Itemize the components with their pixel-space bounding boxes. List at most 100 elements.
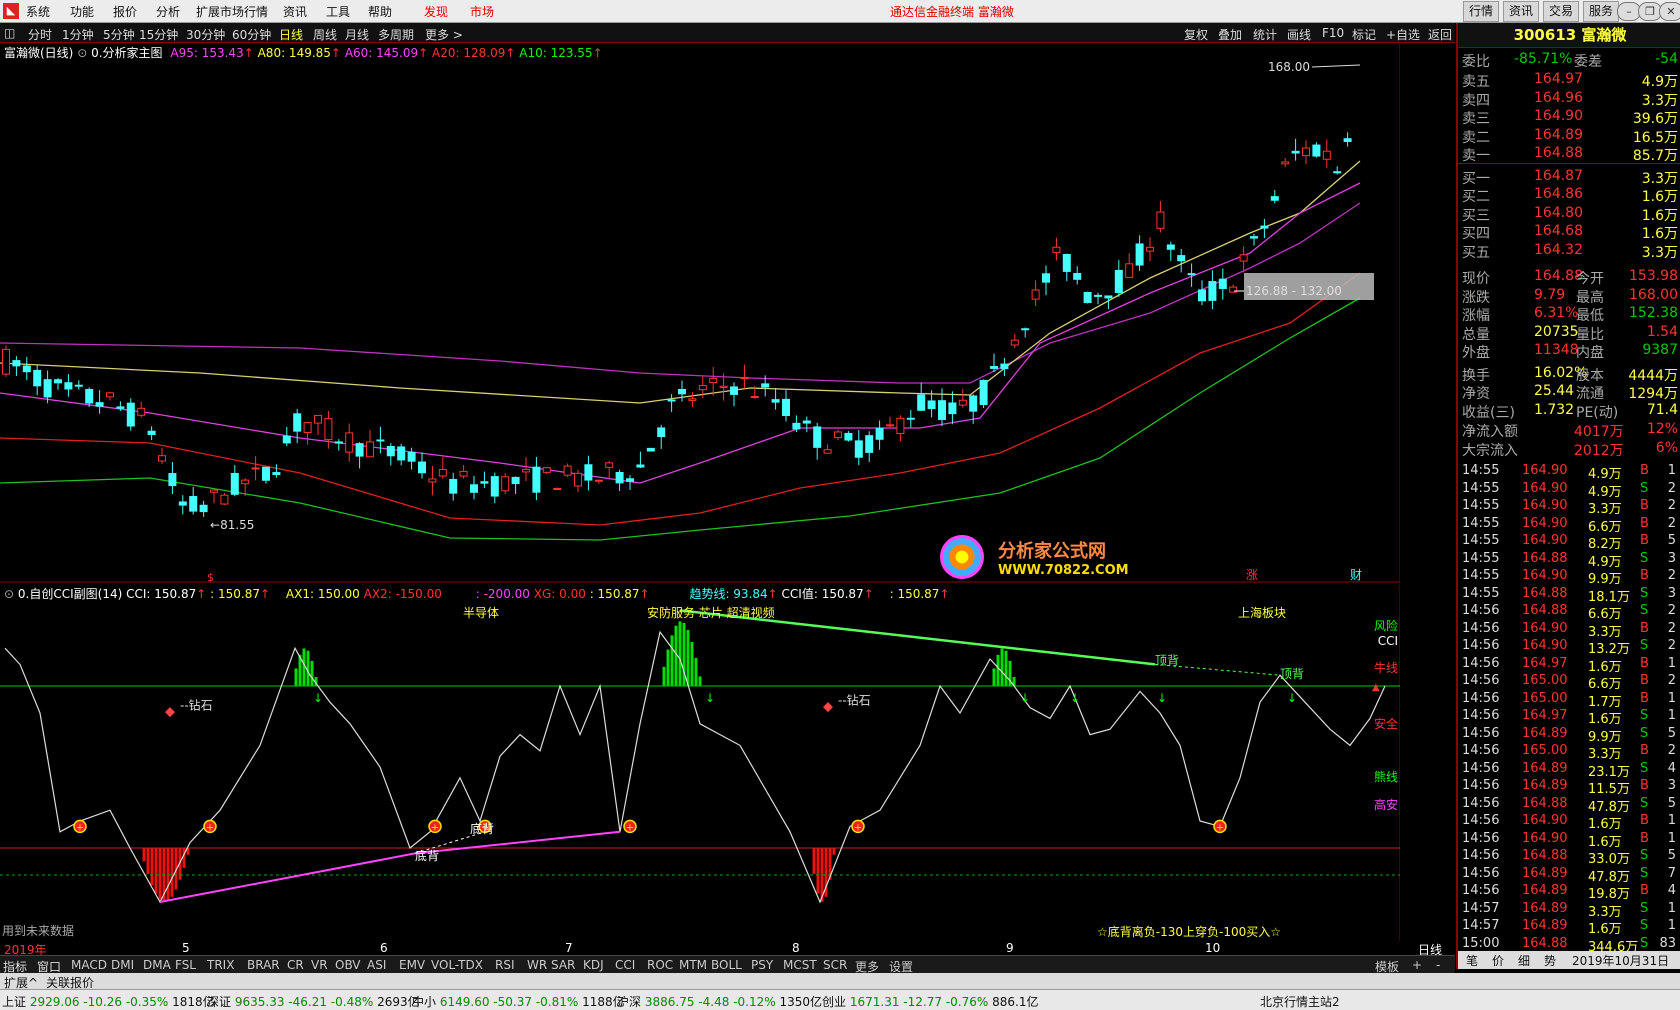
tab-trades[interactable]: 笔 [1466, 952, 1478, 969]
menu-info[interactable]: 资讯 [283, 3, 307, 20]
period-more[interactable]: 更多 > [425, 26, 463, 43]
menu-tools[interactable]: 工具 [326, 3, 350, 20]
period-60min[interactable]: 60分钟 [232, 26, 271, 43]
period-weekly[interactable]: 周线 [313, 26, 337, 43]
tool-mark[interactable]: 标记 [1352, 26, 1376, 43]
indicator-tab-cr[interactable]: CR [287, 958, 304, 972]
period-multi[interactable]: 多周期 [378, 26, 414, 43]
month-10: 10 [1205, 941, 1221, 955]
zoom-out-button[interactable]: - [1436, 958, 1440, 972]
buy-level[interactable]: 买二 164.86 1.6万 [1462, 186, 1678, 205]
candle-body [1083, 291, 1092, 303]
close-icon[interactable]: ✕ [1659, 2, 1680, 21]
tab-detail[interactable]: 细 [1518, 952, 1530, 969]
high-label: 168.00 [1268, 60, 1310, 74]
menu-analysis[interactable]: 分析 [156, 3, 180, 20]
tool-add-watch[interactable]: +自选 [1386, 26, 1420, 43]
period-1min[interactable]: 1分钟 [62, 26, 94, 43]
period-30min[interactable]: 30分钟 [186, 26, 225, 43]
main-indicator-name[interactable]: 0.分析家主图 [91, 46, 162, 60]
kline-chart[interactable]: 126.88 - 132.00 168.00 ←81.55 涨 财 $ 165.… [0, 43, 1400, 583]
tool-overlay[interactable]: 叠加 [1218, 26, 1242, 43]
range-label: 126.88 - 132.00 [1246, 284, 1342, 298]
sidebar-toggle-icon[interactable]: ◫ [4, 26, 15, 40]
sell-level[interactable]: 卖五 164.97 4.9万 [1462, 71, 1678, 90]
index-4[interactable]: 创业 1671.31 -12.77 -0.76% 886.1亿 [822, 993, 1038, 1010]
index-0[interactable]: 上证 2929.06 -10.26 -0.35% 1818亿 [2, 993, 215, 1010]
indicator-tab-scr[interactable]: SCR [823, 958, 847, 972]
menu-discover[interactable]: 发现 [424, 3, 448, 20]
candle-body [470, 484, 478, 493]
btn-service[interactable]: 服务 [1583, 1, 1620, 22]
indicator-tab-roc[interactable]: ROC [647, 958, 673, 972]
buy-level[interactable]: 买一 164.87 3.3万 [1462, 168, 1678, 187]
month-8: 8 [792, 941, 800, 955]
sell-level[interactable]: 卖一 164.88 85.7万 [1462, 145, 1678, 164]
server-status[interactable]: 北京行情主站2 [1260, 993, 1340, 1010]
indicator-tab-mcst[interactable]: MCST [783, 958, 817, 972]
indicator-tab-cci[interactable]: CCI [615, 958, 635, 972]
candle-body [1146, 246, 1154, 252]
tool-stats[interactable]: 统计 [1253, 26, 1277, 43]
period-intraday[interactable]: 分时 [28, 26, 52, 43]
sub-toggle-icon[interactable]: ⊙ [4, 587, 14, 601]
indicator-tab-mtm[interactable]: MTM [679, 958, 707, 972]
a95-legend: A95: 153.43 [170, 46, 244, 60]
buy-level[interactable]: 买四 164.68 1.6万 [1462, 223, 1678, 242]
indicator-tab-vr[interactable]: VR [311, 958, 328, 972]
btn-info[interactable]: 资讯 [1503, 1, 1540, 22]
period-monthly[interactable]: 月线 [345, 26, 369, 43]
indicator-tab-sar[interactable]: SAR [551, 958, 575, 972]
tool-f10[interactable]: F10 [1322, 26, 1344, 40]
menu-help[interactable]: 帮助 [368, 3, 392, 20]
indicator-tab-vol-tdx[interactable]: VOL-TDX [431, 958, 483, 972]
indicator-tab-dmi[interactable]: DMI [111, 958, 134, 972]
period-15min[interactable]: 15分钟 [139, 26, 178, 43]
btn-trade[interactable]: 交易 [1543, 1, 1580, 22]
indicator-tab-macd[interactable]: MACD [71, 958, 107, 972]
indicator-tab-trix[interactable]: TRIX [207, 958, 234, 972]
tick-row: 14:56 165.00 1.7万 B 1 [1462, 690, 1676, 710]
tab-trend[interactable]: 势 [1544, 952, 1556, 969]
indicator-tab-fsl[interactable]: FSL [175, 958, 196, 972]
sell-level[interactable]: 卖二 164.89 16.5万 [1462, 127, 1678, 146]
menu-market[interactable]: 市场 [470, 3, 494, 20]
btn-quote[interactable]: 行情 [1463, 1, 1500, 22]
indicator-tab-psy[interactable]: PSY [751, 958, 773, 972]
candle-body [574, 472, 582, 487]
indicator-tab-brar[interactable]: BRAR [247, 958, 280, 972]
indicator-tab-emv[interactable]: EMV [399, 958, 425, 972]
index-1[interactable]: 深证 9635.33 -46.21 -0.48% 2693亿 [207, 993, 420, 1010]
cci-chart[interactable]: +++++++↓↓↓↓↓↓◆--钻石◆--钻石底背底背顶背顶背▲ 300.025… [0, 585, 1400, 943]
tool-back[interactable]: 返回 [1428, 26, 1452, 43]
menu-quote[interactable]: 报价 [113, 3, 137, 20]
candle-body [605, 462, 614, 468]
sell-level[interactable]: 卖四 164.96 3.3万 [1462, 90, 1678, 109]
buy-level[interactable]: 买三 164.80 1.6万 [1462, 205, 1678, 224]
indicator-toggle-icon[interactable]: ⊙ [77, 46, 87, 60]
indicator-tab-rsi[interactable]: RSI [495, 958, 515, 972]
indicator-tab-wr[interactable]: WR [527, 958, 547, 972]
candle-body [438, 469, 447, 477]
period-5min[interactable]: 5分钟 [103, 26, 135, 43]
indicator-tab-kdj[interactable]: KDJ [583, 958, 604, 972]
candle-body [147, 430, 156, 435]
tab-price[interactable]: 价 [1492, 952, 1504, 969]
period-daily[interactable]: 日线 [279, 26, 303, 43]
menu-system[interactable]: 系统 [26, 3, 50, 20]
tick-row: 14:56 164.89 9.9万 S 5 [1462, 725, 1676, 745]
menu-ext-market[interactable]: 扩展市场行情 [196, 3, 268, 20]
index-2[interactable]: 中小 6149.60 -50.37 -0.81% 1188亿 [412, 993, 625, 1010]
zoom-in-button[interactable]: + [1412, 958, 1422, 972]
indicator-tab-asi[interactable]: ASI [367, 958, 386, 972]
indicator-tab-dma[interactable]: DMA [143, 958, 171, 972]
tool-adjust[interactable]: 复权 [1184, 26, 1208, 43]
sub-indicator-name[interactable]: 0.自创CCI副图(14) [18, 587, 122, 601]
tool-draw[interactable]: 画线 [1287, 26, 1311, 43]
index-3[interactable]: 沪深 3886.75 -4.48 -0.12% 1350亿 [617, 993, 822, 1010]
sell-level[interactable]: 卖三 164.90 39.6万 [1462, 108, 1678, 127]
indicator-tab-boll[interactable]: BOLL [711, 958, 742, 972]
menu-function[interactable]: 功能 [70, 3, 94, 20]
buy-level[interactable]: 买五 164.32 3.3万 [1462, 242, 1678, 261]
indicator-tab-obv[interactable]: OBV [335, 958, 361, 972]
